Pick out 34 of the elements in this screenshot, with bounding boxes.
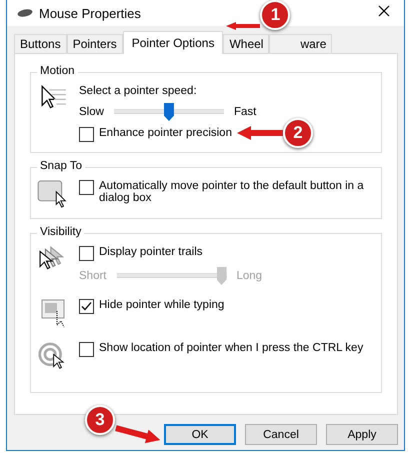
hidden-pointer-icon xyxy=(41,299,67,328)
checkbox-label[interactable]: Display pointer trails xyxy=(99,246,203,258)
slider-label: Select a pointer speed: xyxy=(79,85,198,97)
pointer-speed-icon xyxy=(41,85,67,109)
checkbox[interactable] xyxy=(79,180,94,195)
slider-max-label: Fast xyxy=(234,106,256,118)
dialog-button[interactable]: Cancel xyxy=(245,424,317,445)
arrow-icon xyxy=(226,22,260,30)
checkbox[interactable] xyxy=(79,342,94,357)
slider-min-label: Short xyxy=(79,270,106,282)
dialog-button[interactable]: OK xyxy=(164,424,236,445)
checkbox-label[interactable]: Automatically move pointer to the default button in a dialog box xyxy=(99,180,373,204)
dialog-button[interactable]: Apply xyxy=(326,424,398,445)
group-title: Snap To xyxy=(37,160,85,172)
tab[interactable]: Wheel xyxy=(223,34,270,53)
checkbox[interactable] xyxy=(79,299,94,314)
group-title: Motion xyxy=(37,65,78,77)
window-title: Mouse Properties xyxy=(39,6,141,20)
tab[interactable]: Pointer Options xyxy=(122,31,224,54)
group-title: Visibility xyxy=(37,226,84,238)
mouse-icon xyxy=(17,8,33,18)
checkbox[interactable] xyxy=(79,127,94,142)
slider-thumb[interactable] xyxy=(164,103,174,121)
slider-max-label: Long xyxy=(236,270,262,282)
tab[interactable]: Buttons xyxy=(14,34,67,53)
slider-min-label: Slow xyxy=(79,106,104,118)
checkbox[interactable] xyxy=(79,246,94,261)
close-icon[interactable] xyxy=(378,5,390,17)
tab[interactable]: Pointers xyxy=(66,34,123,53)
tab[interactable]: ware xyxy=(269,34,332,53)
checkbox-label[interactable]: Show location of pointer when I press the CTRL key xyxy=(99,342,364,354)
checkbox-label[interactable]: Enhance pointer precision xyxy=(99,127,232,139)
arrow-icon xyxy=(236,126,283,140)
checkbox-label[interactable]: Hide pointer while typing xyxy=(99,299,224,311)
